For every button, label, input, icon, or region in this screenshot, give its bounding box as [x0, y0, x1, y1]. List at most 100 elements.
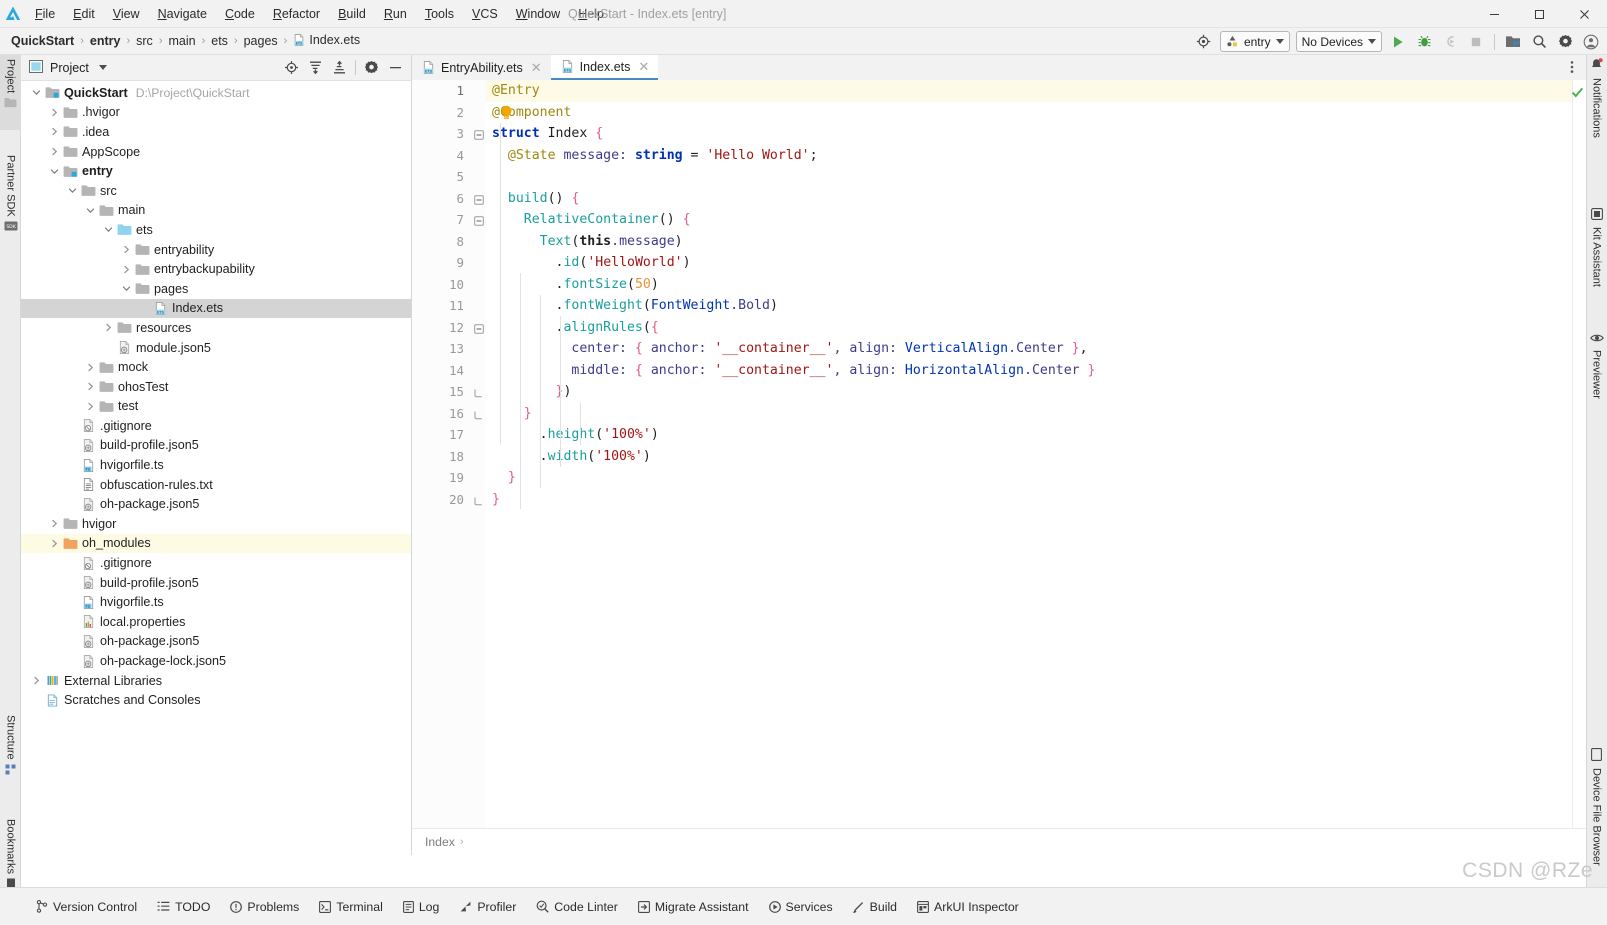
editor-breadcrumb-item[interactable]: Index [425, 835, 455, 849]
menu-item-window[interactable]: Window [507, 4, 569, 24]
fold-collapse-icon[interactable] [474, 215, 484, 226]
menu-item-navigate[interactable]: Navigate [149, 4, 216, 24]
menu-item-tools[interactable]: Tools [416, 4, 463, 24]
tree-node-entry[interactable]: entry [21, 161, 411, 181]
chevron-right-icon[interactable] [47, 127, 61, 136]
chevron-right-icon[interactable] [83, 382, 97, 391]
line-number[interactable]: 18 [412, 446, 472, 468]
line-number[interactable]: 9 [412, 252, 472, 274]
line-number[interactable]: 3 [412, 123, 472, 145]
breadcrumb-item-entry[interactable]: entry [87, 33, 124, 49]
intention-bulb-icon[interactable] [500, 105, 513, 123]
line-number[interactable]: 14 [412, 360, 472, 382]
code-line[interactable] [486, 166, 1586, 188]
status-bar-code-linter[interactable]: Code Linter [526, 896, 628, 918]
line-number[interactable]: 20 [412, 489, 472, 511]
hide-panel-icon[interactable] [384, 56, 407, 79]
chevron-right-icon[interactable] [47, 519, 61, 528]
tree-node-hvigor[interactable]: hvigor [21, 514, 411, 534]
chevron-down-icon[interactable] [29, 88, 43, 97]
tree-node-hvigorfile-ts[interactable]: TS hvigorfile.ts [21, 455, 411, 475]
menu-item-edit[interactable]: Edit [64, 4, 104, 24]
tree-node-scratches-and-consoles[interactable]: Scratches and Consoles [21, 690, 411, 710]
expand-all-icon[interactable] [304, 56, 327, 79]
line-number[interactable]: 15 [412, 381, 472, 403]
line-number[interactable]: 11 [412, 295, 472, 317]
attach-debugger-button[interactable] [1438, 30, 1462, 53]
status-bar-arkui-inspector[interactable]: ArkUI Inspector [907, 896, 1029, 918]
tool-tab-previewer[interactable]: Previewer [1586, 330, 1607, 421]
tree-node-oh-package-json5[interactable]: oh-package.json5 [21, 632, 411, 652]
tool-tab-device-file-browser[interactable]: Device File Browser [1586, 745, 1607, 906]
maximize-button[interactable] [1517, 0, 1562, 28]
collapse-all-icon[interactable] [328, 56, 351, 79]
code-line[interactable]: @Entry [486, 80, 1586, 102]
breadcrumb-item-quickstart[interactable]: QuickStart [8, 33, 77, 49]
menu-item-vcs[interactable]: VCS [463, 4, 507, 24]
tree-node-build-profile-json5[interactable]: build-profile.json5 [21, 573, 411, 593]
line-number[interactable]: 2 [412, 102, 472, 124]
code-line[interactable]: .fontSize(50) [486, 274, 1586, 296]
chevron-down-icon[interactable] [119, 284, 133, 293]
line-number[interactable]: 5 [412, 166, 472, 188]
chevron-down-icon[interactable] [47, 167, 61, 176]
device-selector[interactable]: No Devices [1295, 31, 1382, 52]
tree-node-entrybackupability[interactable]: entrybackupability [21, 259, 411, 279]
breadcrumb-item-index-ets[interactable]: ETS Index.ets [290, 32, 363, 50]
menu-item-view[interactable]: View [104, 4, 149, 24]
code-line[interactable]: } [486, 403, 1586, 425]
tree-node-resources[interactable]: resources [21, 318, 411, 338]
menu-item-build[interactable]: Build [329, 4, 375, 24]
line-number[interactable]: 6 [412, 188, 472, 210]
fold-end-icon[interactable] [474, 409, 484, 419]
status-bar-terminal[interactable]: Terminal [309, 896, 392, 918]
tool-tab-notifications[interactable]: Notifications [1586, 55, 1607, 174]
previewer-button[interactable] [1501, 30, 1525, 53]
menu-item-file[interactable]: File [26, 4, 64, 24]
tree-node-oh-package-lock-json5[interactable]: oh-package-lock.json5 [21, 651, 411, 671]
chevron-right-icon[interactable] [47, 147, 61, 156]
line-number[interactable]: 17 [412, 424, 472, 446]
tree-node-entryability[interactable]: entryability [21, 240, 411, 260]
code-line[interactable]: }) [486, 381, 1586, 403]
minimize-button[interactable] [1472, 0, 1517, 28]
tree-node-local-properties[interactable]: local.properties [21, 612, 411, 632]
code-line[interactable]: middle: { anchor: '__container__', align… [486, 360, 1586, 382]
inspection-marker-gutter[interactable] [1571, 80, 1586, 828]
close-icon[interactable]: ✕ [529, 60, 544, 76]
tree-node-index-ets[interactable]: ETS Index.ets [21, 298, 411, 319]
tool-tab-project[interactable]: Project [0, 55, 21, 130]
menu-item-code[interactable]: Code [216, 4, 264, 24]
breadcrumb-item-pages[interactable]: pages [241, 33, 281, 49]
tree-node-pages[interactable]: pages [21, 279, 411, 299]
line-number[interactable]: 1 [412, 80, 472, 102]
status-bar-services[interactable]: Services [759, 896, 843, 918]
status-bar-profiler[interactable]: Profiler [449, 896, 526, 918]
code-line[interactable]: center: { anchor: '__container__', align… [486, 338, 1586, 360]
tree-node-module-json5[interactable]: module.json5 [21, 338, 411, 358]
code-line[interactable]: } [486, 489, 1586, 511]
line-number[interactable]: 10 [412, 274, 472, 296]
run-button[interactable] [1386, 30, 1410, 53]
code-line[interactable]: .alignRules({ [486, 317, 1586, 339]
line-number[interactable]: 13 [412, 338, 472, 360]
tree-node-hvigorfile-ts[interactable]: TS hvigorfile.ts [21, 592, 411, 612]
code-line[interactable]: @State message: string = 'Hello World'; [486, 145, 1586, 167]
gear-icon[interactable] [1553, 30, 1577, 53]
code-line[interactable]: struct Index { [486, 123, 1586, 145]
tree-node-src[interactable]: src [21, 181, 411, 201]
select-target-icon[interactable] [1192, 30, 1216, 53]
status-bar-build[interactable]: Build [843, 896, 907, 918]
line-number[interactable]: 19 [412, 467, 472, 489]
breadcrumb-item-ets[interactable]: ets [208, 33, 231, 49]
close-icon[interactable]: ✕ [636, 59, 651, 75]
tree-node-appscope[interactable]: AppScope [21, 142, 411, 162]
tree-node--hvigor[interactable]: .hvigor [21, 103, 411, 123]
tree-node-oh-modules[interactable]: oh_modules [21, 533, 411, 554]
tree-node-external-libraries[interactable]: External Libraries [21, 671, 411, 691]
status-bar-problems[interactable]: Problems [220, 896, 309, 918]
fold-collapse-icon[interactable] [474, 194, 484, 205]
close-button[interactable] [1562, 0, 1607, 28]
tool-tab-partner-sdk[interactable]: Partner SDK SDK [0, 151, 21, 254]
line-number[interactable]: 8 [412, 231, 472, 253]
